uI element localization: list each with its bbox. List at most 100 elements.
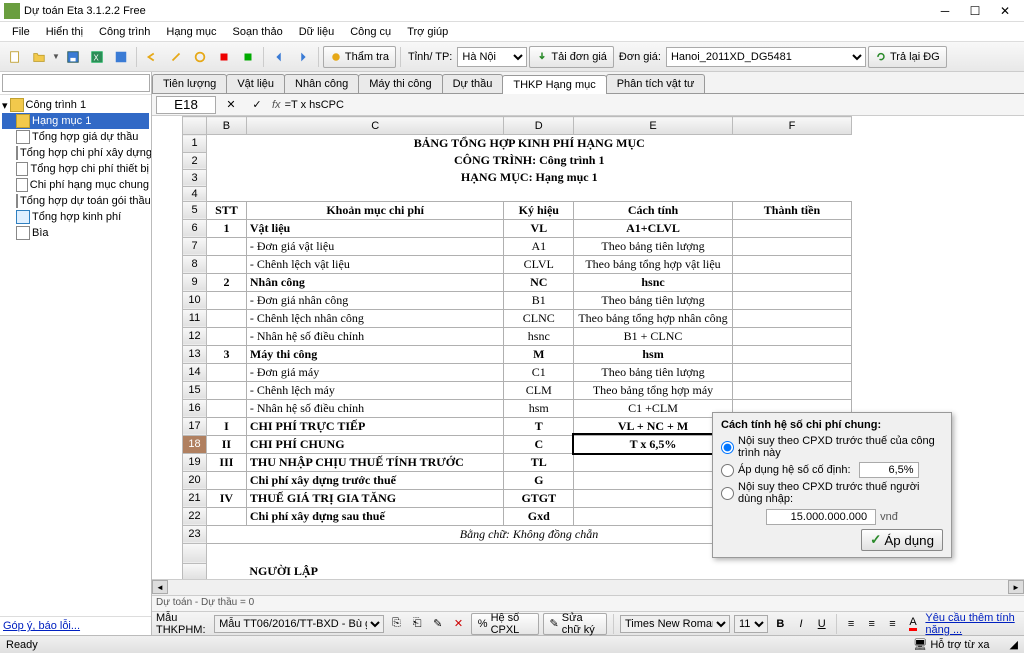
cell-E12[interactable]: B1 + CLNC xyxy=(574,327,733,345)
cell-reference[interactable] xyxy=(156,96,216,114)
align-right-icon[interactable]: ≡ xyxy=(884,613,901,635)
menu-hạng mục[interactable]: Hạng mục xyxy=(158,24,224,40)
template-select[interactable]: Mẫu TT06/2016/TT-BXD - Bù giá xyxy=(214,615,384,633)
export-icon[interactable]: X xyxy=(86,46,108,68)
menu-soạn thảo[interactable]: Soạn thảo xyxy=(225,24,291,40)
opt3-value[interactable]: 15.000.000.000 xyxy=(766,509,876,525)
feedback-link[interactable]: Góp ý, báo lỗi... xyxy=(3,620,80,632)
cell-E15[interactable]: Theo bảng tổng hợp máy xyxy=(574,381,733,399)
fontsize-select[interactable]: 11 xyxy=(734,615,768,633)
signature-button[interactable]: ✎Sửa chữ ký xyxy=(543,613,608,635)
cell-E14[interactable]: Theo bảng tiên lượng xyxy=(574,363,733,381)
scroll-left-icon[interactable]: ◄ xyxy=(152,580,168,594)
cell-E9[interactable]: hsnc xyxy=(574,273,733,291)
project-tree[interactable]: ▾ Công trình 1 Hạng mục 1Tổng hợp giá dự … xyxy=(0,95,151,616)
undo-icon[interactable] xyxy=(141,46,163,68)
province-select[interactable]: Hà Nội xyxy=(457,47,527,67)
menu-file[interactable]: File xyxy=(4,24,38,40)
tab-5[interactable]: THKP Hạng mục xyxy=(502,75,606,94)
resize-grip-icon[interactable]: ◢ xyxy=(1010,638,1018,651)
popup-option-2[interactable]: Áp dụng hệ số cố định:6,5% xyxy=(721,462,943,478)
col-header-F[interactable]: F xyxy=(732,117,851,135)
thamtra-button[interactable]: Thẩm tra xyxy=(323,46,396,68)
tab-3[interactable]: Máy thi công xyxy=(358,74,442,93)
bold-icon[interactable]: B xyxy=(772,613,789,635)
fb-cancel-icon[interactable]: ✕ xyxy=(220,94,242,116)
cell-E22[interactable] xyxy=(574,507,733,525)
cell-E19[interactable] xyxy=(574,453,733,471)
formula-text[interactable]: =T x hsCPC xyxy=(285,99,1020,111)
cell-E18[interactable]: T x 6,5% xyxy=(574,435,733,453)
underline-icon[interactable]: U xyxy=(813,613,830,635)
cell-E20[interactable] xyxy=(574,471,733,489)
col-header-E[interactable]: E xyxy=(574,117,733,135)
cell-E16[interactable]: C1 +CLM xyxy=(574,399,733,417)
col-header-D[interactable]: D xyxy=(504,117,574,135)
next-icon[interactable] xyxy=(292,46,314,68)
feature-request-link[interactable]: Yêu cầu thêm tính năng ... xyxy=(925,612,1020,636)
tab-1[interactable]: Vật liệu xyxy=(226,74,285,93)
spreadsheet-grid[interactable]: BCDEF1BẢNG TỔNG HỢP KINH PHÍ HẠNG MỤC2CÔ… xyxy=(152,116,1024,579)
tree-item-5[interactable]: Tổng hợp dự toán gói thầu xyxy=(2,193,149,209)
tab-2[interactable]: Nhân công xyxy=(284,74,359,93)
fx-icon[interactable]: fx xyxy=(272,99,281,111)
cut-icon[interactable] xyxy=(110,46,132,68)
tree-root[interactable]: Công trình 1 xyxy=(26,99,87,111)
menu-công cụ[interactable]: Công cụ xyxy=(342,24,399,40)
bt-icon1[interactable]: ⎘ xyxy=(388,613,405,635)
tree-item-7[interactable]: Bìa xyxy=(2,225,149,241)
italic-icon[interactable]: I xyxy=(793,613,810,635)
popup-option-3[interactable]: Nội suy theo CPXD trước thuế người dùng … xyxy=(721,481,943,505)
fb-accept-icon[interactable]: ✓ xyxy=(246,94,268,116)
price-select[interactable]: Hanoi_2011XD_DG5481 xyxy=(666,47,866,67)
cell-E17[interactable]: VL + NC + M xyxy=(574,417,733,435)
tool1-icon[interactable] xyxy=(165,46,187,68)
tree-item-0[interactable]: Hạng mục 1 xyxy=(2,113,149,129)
tab-6[interactable]: Phân tích vật tư xyxy=(606,74,706,93)
bt-icon3[interactable]: ✎ xyxy=(429,613,446,635)
tree-item-3[interactable]: Tổng hợp chi phí thiết bị xyxy=(2,161,149,177)
open-icon[interactable] xyxy=(28,46,50,68)
tree-item-4[interactable]: Chi phí hạng mục chung xyxy=(2,177,149,193)
opt2-value[interactable]: 6,5% xyxy=(859,462,919,478)
align-center-icon[interactable]: ≡ xyxy=(863,613,880,635)
cell-E10[interactable]: Theo bảng tiên lượng xyxy=(574,291,733,309)
tool4-icon[interactable] xyxy=(237,46,259,68)
maximize-button[interactable]: ☐ xyxy=(960,1,990,21)
return-price-button[interactable]: Trả lại ĐG xyxy=(868,46,947,68)
collapse-icon[interactable]: ▾ xyxy=(2,99,8,112)
coefficient-button[interactable]: %Hệ số CPXL xyxy=(471,613,539,635)
popup-option-1[interactable]: Nội suy theo CPXD trước thuế của công tr… xyxy=(721,435,943,459)
font-color-icon[interactable]: A xyxy=(905,613,922,635)
tree-item-6[interactable]: Tổng hợp kinh phí xyxy=(2,209,149,225)
download-price-button[interactable]: Tải đơn giá xyxy=(529,46,614,68)
new-icon[interactable] xyxy=(4,46,26,68)
apply-button[interactable]: ✓Áp dụng xyxy=(861,529,943,551)
tab-4[interactable]: Dự thầu xyxy=(442,74,504,93)
cell-E21[interactable] xyxy=(574,489,733,507)
scroll-right-icon[interactable]: ► xyxy=(1008,580,1024,594)
close-button[interactable]: ✕ xyxy=(990,1,1020,21)
font-select[interactable]: Times New Roman xyxy=(620,615,730,633)
tool2-icon[interactable] xyxy=(189,46,211,68)
cell-E6[interactable]: A1+CLVL xyxy=(574,219,733,237)
tree-item-1[interactable]: Tổng hợp giá dự thầu xyxy=(2,129,149,145)
menu-trợ giúp[interactable]: Trợ giúp xyxy=(399,24,456,40)
menu-dữ liệu[interactable]: Dữ liệu xyxy=(291,24,343,40)
cell-E7[interactable]: Theo bảng tiên lượng xyxy=(574,237,733,255)
tree-item-2[interactable]: Tổng hợp chi phí xây dựng xyxy=(2,145,149,161)
menu-công trình[interactable]: Công trình xyxy=(91,24,158,40)
bt-delete-icon[interactable]: ✕ xyxy=(450,613,467,635)
tab-0[interactable]: Tiên lượng xyxy=(152,74,227,93)
prev-icon[interactable] xyxy=(268,46,290,68)
tool3-icon[interactable] xyxy=(213,46,235,68)
col-header-C[interactable]: C xyxy=(246,117,504,135)
menu-hiển thị[interactable]: Hiển thị xyxy=(38,24,91,40)
remote-support[interactable]: 🖥 Hỗ trợ từ xa xyxy=(913,638,989,651)
align-left-icon[interactable]: ≡ xyxy=(843,613,860,635)
tree-filter-input[interactable] xyxy=(2,74,150,92)
cell-E8[interactable]: Theo bảng tổng hợp vật liệu xyxy=(574,255,733,273)
col-header-B[interactable]: B xyxy=(207,117,247,135)
cell-E13[interactable]: hsm xyxy=(574,345,733,363)
cell-E11[interactable]: Theo bảng tổng hợp nhân công xyxy=(574,309,733,327)
